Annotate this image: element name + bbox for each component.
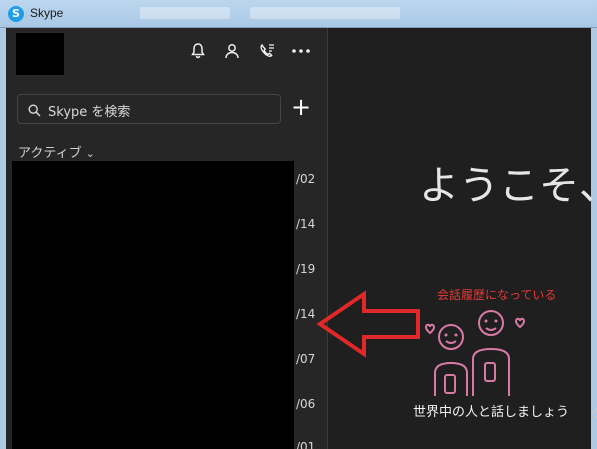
more-options-icon[interactable] (290, 40, 312, 62)
section-label: アクティブ (18, 146, 82, 161)
truncated-text: ク (591, 403, 597, 422)
sidebar: Skype を検索 + アクティブ ⌄ /02 /14 /19 /14 /07 /… (6, 28, 328, 449)
conversation-date: /14 (296, 307, 316, 321)
redacted-conversation-list (12, 161, 294, 449)
new-chat-button[interactable]: + (289, 95, 313, 120)
call-dialpad-icon[interactable] (256, 40, 278, 62)
welcome-heading: ようこそ、 (419, 163, 597, 209)
conversation-date: /06 (296, 397, 316, 411)
chevron-down-icon: ⌄ (85, 147, 95, 160)
profile-avatar[interactable] (16, 33, 64, 75)
blurred-title-tab (250, 7, 400, 19)
annotation-arrow-icon (314, 290, 424, 364)
conversation-date: /01 (296, 440, 316, 449)
blurred-title-tab (140, 7, 230, 19)
contacts-icon[interactable] (221, 40, 243, 62)
window-title: Skype (30, 6, 64, 20)
conversation-date: /14 (296, 217, 316, 231)
main-panel: ようこそ、 会話履歴になっている 世界中の人と話しましょう ク (329, 28, 597, 449)
active-section-toggle[interactable]: アクティブ ⌄ (18, 142, 95, 161)
search-placeholder: Skype を検索 (48, 105, 131, 120)
conversation-date: /19 (296, 262, 316, 276)
search-input[interactable]: Skype を検索 (17, 94, 281, 124)
conversation-date: /02 (296, 172, 316, 186)
skype-app-icon: S (8, 6, 24, 22)
welcome-caption: 世界中の人と話しましょう (412, 405, 569, 420)
people-talking-illustration (421, 301, 531, 400)
window-titlebar[interactable]: S Skype (0, 0, 597, 28)
conversation-date: /07 (296, 352, 316, 366)
bell-icon[interactable] (187, 40, 209, 62)
search-icon (28, 102, 41, 121)
